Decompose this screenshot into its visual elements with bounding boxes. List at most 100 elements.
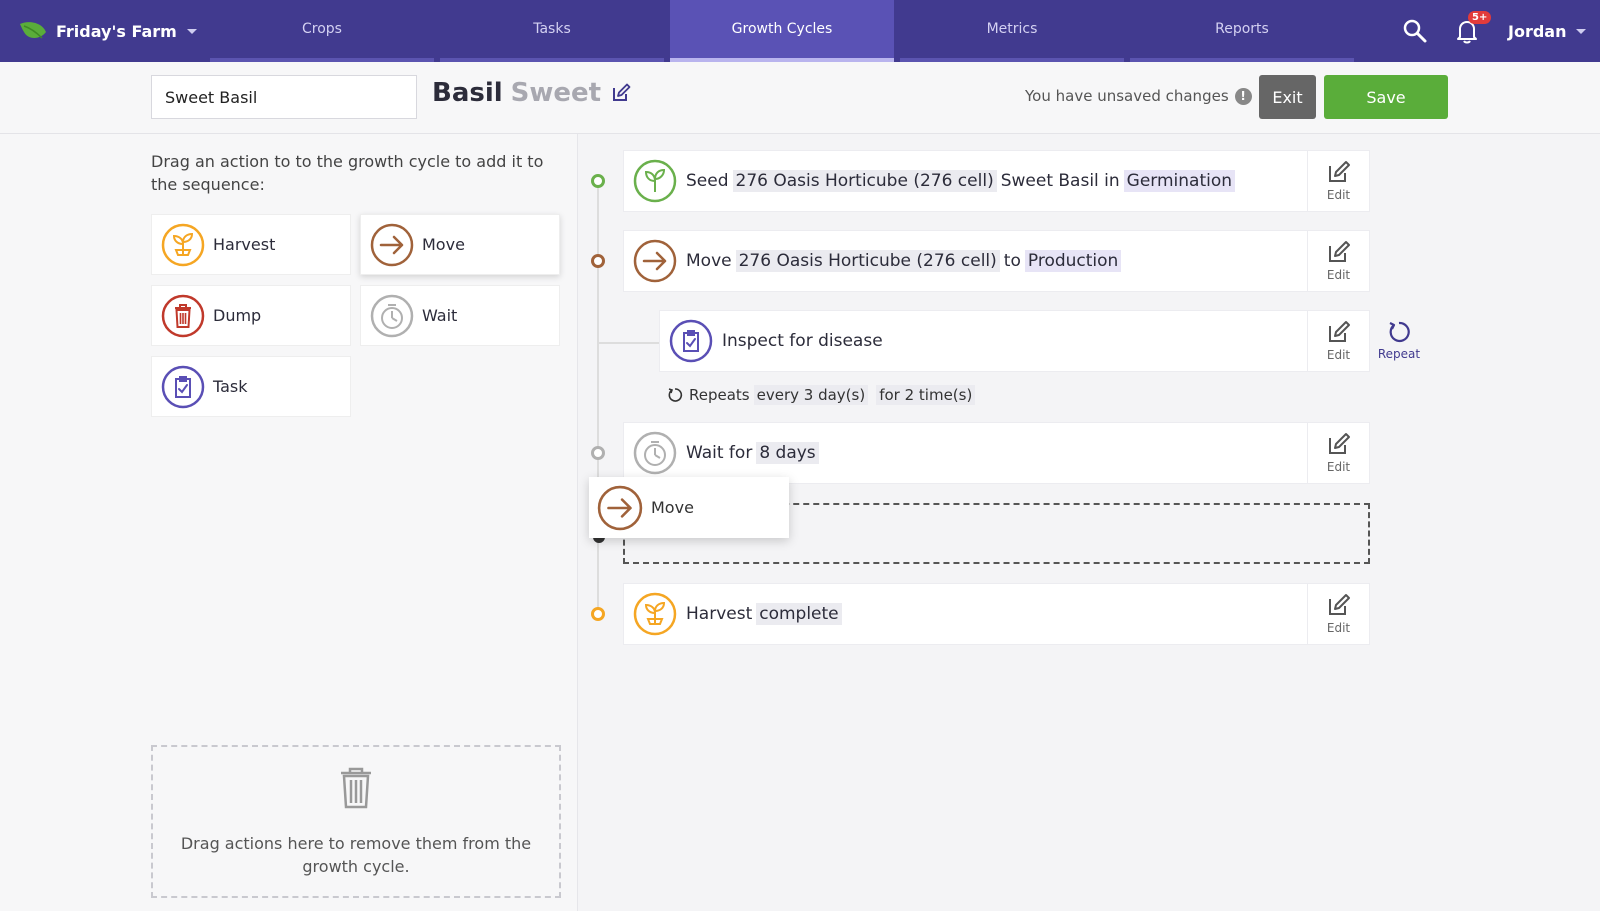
edit-button[interactable]: Edit	[1307, 310, 1369, 372]
timeline-track	[597, 180, 599, 615]
sprout-icon	[161, 223, 205, 266]
edit-icon[interactable]	[611, 83, 631, 103]
tab-tasks-label: Tasks	[533, 21, 571, 37]
step-harvest[interactable]: Harvest complete Edit	[623, 583, 1370, 645]
exit-button[interactable]: Exit	[1259, 75, 1316, 119]
user-menu[interactable]: Jordan	[1508, 0, 1587, 62]
tab-growth-cycles-label: Growth Cycles	[731, 21, 833, 37]
repeat-summary: Repeats every 3 day(s) for 2 time(s)	[667, 385, 979, 405]
palette-item-dump[interactable]: Dump	[151, 285, 351, 346]
repeat-count-chip: for 2 time(s)	[876, 385, 976, 405]
search-icon[interactable]	[1402, 18, 1428, 44]
tab-metrics-label: Metrics	[986, 21, 1038, 37]
palette-item-label: Dump	[213, 306, 262, 325]
chevron-down-icon	[1576, 28, 1587, 34]
step-verb: Move	[686, 251, 732, 271]
step-move[interactable]: Move 276 Oasis Horticube (276 cell) to P…	[623, 230, 1370, 292]
duration-chip: 8 days	[756, 442, 819, 464]
step-description: Wait for 8 days	[686, 442, 1307, 464]
tab-crops-label: Crops	[302, 21, 342, 37]
tab-tasks[interactable]: Tasks	[440, 0, 664, 62]
step-seed[interactable]: Seed 276 Oasis Horticube (276 cell) Swee…	[623, 150, 1370, 212]
repeats-label: Repeats	[689, 386, 750, 404]
sprout-icon	[633, 159, 677, 203]
sprout-icon	[633, 592, 677, 636]
timer-icon	[370, 294, 414, 337]
timeline-node	[591, 174, 605, 188]
repeat-label: Repeat	[1377, 347, 1421, 361]
clipboard-icon	[669, 319, 713, 363]
palette-item-move[interactable]: Move	[360, 214, 560, 275]
notification-badge: 5+	[1468, 11, 1492, 24]
arrow-right-icon	[633, 239, 677, 283]
step-verb: Harvest	[686, 604, 753, 624]
tab-reports[interactable]: Reports	[1130, 0, 1354, 62]
tab-metrics[interactable]: Metrics	[900, 0, 1124, 62]
location-chip: Germination	[1123, 170, 1236, 192]
arrow-right-icon	[370, 223, 414, 266]
user-name: Jordan	[1508, 21, 1567, 41]
cycle-name-input[interactable]	[151, 75, 417, 119]
trash-icon	[341, 767, 371, 808]
action-palette: Drag an action to to the growth cycle to…	[0, 134, 578, 911]
step-verb: Seed	[686, 171, 729, 191]
timer-icon	[633, 431, 677, 475]
dragging-label: Move	[651, 498, 694, 517]
timeline-node	[591, 254, 605, 268]
chevron-down-icon	[186, 28, 197, 34]
farm-switcher[interactable]: Friday's Farm	[18, 0, 197, 62]
edit-label: Edit	[1326, 268, 1351, 282]
unsaved-text: You have unsaved changes	[1025, 87, 1229, 105]
step-verb: Wait for	[686, 443, 753, 463]
repeat-icon	[668, 388, 683, 402]
warning-icon: !	[1234, 87, 1252, 105]
palette-instruction: Drag an action to to the growth cycle to…	[151, 152, 544, 194]
edit-icon	[1328, 433, 1350, 454]
palette-item-task[interactable]: Task	[151, 356, 351, 417]
remove-drop-zone[interactable]: Drag actions here to remove them from th…	[151, 745, 561, 898]
save-button[interactable]: Save	[1324, 75, 1448, 119]
edit-button[interactable]: Edit	[1307, 230, 1369, 292]
arrow-right-icon	[597, 485, 643, 530]
top-nav: Friday's Farm Crops Tasks Growth Cycles …	[0, 0, 1600, 62]
crop-title: Basil Sweet	[432, 78, 631, 108]
repeat-interval-chip: every 3 day(s)	[753, 385, 869, 405]
timeline-branch	[597, 342, 659, 344]
repeat-icon	[1389, 321, 1410, 343]
edit-label: Edit	[1326, 348, 1351, 362]
unsaved-notice: You have unsaved changes !	[1025, 87, 1252, 105]
palette-item-label: Wait	[422, 306, 458, 325]
edit-icon	[1328, 321, 1350, 342]
palette-item-label: Task	[213, 377, 248, 396]
edit-button[interactable]: Edit	[1307, 422, 1369, 484]
edit-button[interactable]: Edit	[1307, 583, 1369, 645]
edit-label: Edit	[1326, 188, 1351, 202]
crop-variety: Sweet	[510, 78, 602, 108]
step-text: to	[1003, 251, 1021, 271]
repeat-button[interactable]: Repeat	[1374, 320, 1424, 361]
container-chip: 276 Oasis Horticube (276 cell)	[732, 170, 997, 192]
edit-button[interactable]: Edit	[1307, 150, 1369, 212]
tab-reports-label: Reports	[1215, 21, 1269, 37]
step-task[interactable]: Inspect for disease Edit	[659, 310, 1370, 372]
trash-icon	[161, 294, 205, 337]
palette-item-harvest[interactable]: Harvest	[151, 214, 351, 275]
step-description: Move 276 Oasis Horticube (276 cell) to P…	[686, 250, 1307, 272]
palette-item-label: Move	[422, 235, 465, 254]
edit-icon	[1328, 594, 1350, 615]
tab-crops[interactable]: Crops	[210, 0, 434, 62]
timeline-node	[591, 607, 605, 621]
crop-name: Basil	[432, 78, 503, 108]
step-description: Harvest complete	[686, 603, 1307, 625]
palette-item-label: Harvest	[213, 235, 276, 254]
dragging-move-item[interactable]: Move	[589, 477, 789, 538]
edit-label: Edit	[1326, 621, 1351, 635]
tab-growth-cycles[interactable]: Growth Cycles	[670, 0, 894, 62]
remove-zone-text: Drag actions here to remove them from th…	[180, 833, 532, 876]
farm-name: Friday's Farm	[56, 21, 177, 41]
location-chip: Production	[1024, 250, 1122, 272]
step-wait[interactable]: Wait for 8 days Edit	[623, 422, 1370, 484]
step-verb: Inspect for disease	[722, 331, 883, 351]
palette-item-wait[interactable]: Wait	[360, 285, 560, 346]
edit-icon	[1328, 161, 1350, 182]
